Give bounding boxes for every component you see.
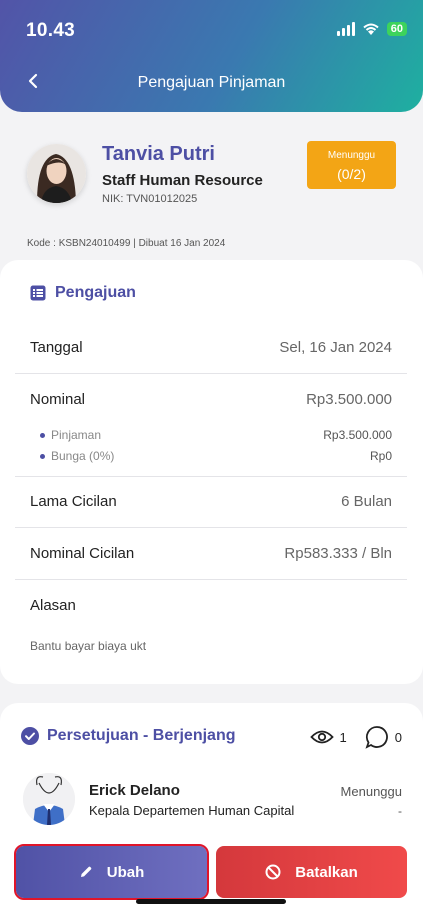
divider bbox=[15, 527, 407, 528]
bunga-row: Bunga (0%) Rp0 bbox=[40, 449, 392, 463]
nominal-label: Nominal bbox=[30, 391, 86, 408]
employee-nik: NIK: TVN01012025 bbox=[102, 193, 198, 205]
divider bbox=[15, 373, 407, 374]
employee-role: Staff Human Resource bbox=[102, 172, 263, 189]
tanggal-row: Tanggal Sel, 16 Jan 2024 bbox=[30, 339, 392, 356]
alasan-value: Bantu bayar biaya ukt bbox=[30, 639, 147, 653]
view-count: 1 bbox=[339, 729, 347, 745]
submission-code: Kode : KSBN24010499 | Dibuat 16 Jan 2024 bbox=[27, 238, 226, 249]
approver-status: Menunggu bbox=[340, 784, 402, 799]
comment-icon[interactable] bbox=[365, 725, 389, 749]
nominal-cicilan-label: Nominal Cicilan bbox=[30, 545, 135, 562]
lama-cicilan-value: 6 Bulan bbox=[341, 493, 392, 510]
employee-name: Tanvia Putri bbox=[102, 143, 215, 165]
approver-note: - bbox=[398, 804, 402, 818]
approver-avatar bbox=[23, 773, 75, 825]
avatar bbox=[27, 144, 86, 203]
alasan-row: Alasan bbox=[30, 597, 392, 614]
status-count: (0/2) bbox=[337, 166, 366, 182]
ban-icon bbox=[265, 864, 281, 880]
approver-role: Kepala Departemen Human Capital bbox=[89, 803, 295, 818]
status-time: 10.43 bbox=[26, 20, 76, 41]
nominal-cicilan-row: Nominal Cicilan Rp583.333 / Bln bbox=[30, 545, 392, 562]
nominal-row: Nominal Rp3.500.000 bbox=[30, 391, 392, 408]
wifi-icon bbox=[363, 23, 379, 35]
page-title: Pengajuan Pinjaman bbox=[137, 74, 286, 91]
status-icons: 60 bbox=[336, 22, 407, 36]
eye-icon[interactable] bbox=[309, 729, 334, 745]
lama-cicilan-row: Lama Cicilan 6 Bulan bbox=[30, 493, 392, 510]
comment-count: 0 bbox=[394, 729, 402, 745]
alasan-label: Alasan bbox=[30, 597, 76, 614]
edit-button-label: Ubah bbox=[106, 863, 145, 881]
app-header: 10.43 60 Pengajuan Pinjaman bbox=[0, 0, 423, 112]
cancel-button[interactable]: Batalkan bbox=[216, 846, 407, 898]
pinjaman-label: Pinjaman bbox=[40, 428, 101, 442]
nominal-value: Rp3.500.000 bbox=[306, 391, 392, 408]
battery-icon: 60 bbox=[386, 22, 407, 36]
tanggal-value: Sel, 16 Jan 2024 bbox=[279, 339, 392, 356]
tanggal-label: Tanggal bbox=[30, 339, 83, 356]
status-badge: Menunggu (0/2) bbox=[307, 141, 396, 189]
approval-title: Persetujuan - Berjenjang bbox=[47, 727, 236, 744]
divider bbox=[15, 579, 407, 580]
status-label: Menunggu bbox=[327, 150, 376, 161]
edit-button[interactable]: Ubah bbox=[14, 844, 209, 900]
bunga-label: Bunga (0%) bbox=[40, 449, 114, 463]
check-circle-icon bbox=[21, 727, 39, 745]
bunga-value: Rp0 bbox=[369, 449, 392, 463]
pengajuan-card bbox=[0, 260, 423, 684]
pinjaman-value: Rp3.500.000 bbox=[323, 428, 392, 442]
divider bbox=[15, 476, 407, 477]
home-indicator bbox=[136, 899, 286, 904]
pengajuan-header: Pengajuan bbox=[30, 284, 136, 302]
approval-counts: 1 0 bbox=[309, 725, 402, 749]
pencil-icon bbox=[80, 866, 92, 877]
list-icon bbox=[30, 285, 46, 301]
lama-cicilan-label: Lama Cicilan bbox=[30, 493, 117, 510]
pinjaman-row: Pinjaman Rp3.500.000 bbox=[40, 428, 392, 442]
signal-icon bbox=[336, 22, 355, 36]
nominal-cicilan-value: Rp583.333 / Bln bbox=[284, 545, 392, 562]
approval-header: Persetujuan - Berjenjang bbox=[21, 727, 236, 745]
approver-name: Erick Delano bbox=[89, 782, 180, 799]
cancel-button-label: Batalkan bbox=[295, 863, 358, 881]
pengajuan-title: Pengajuan bbox=[55, 284, 136, 301]
